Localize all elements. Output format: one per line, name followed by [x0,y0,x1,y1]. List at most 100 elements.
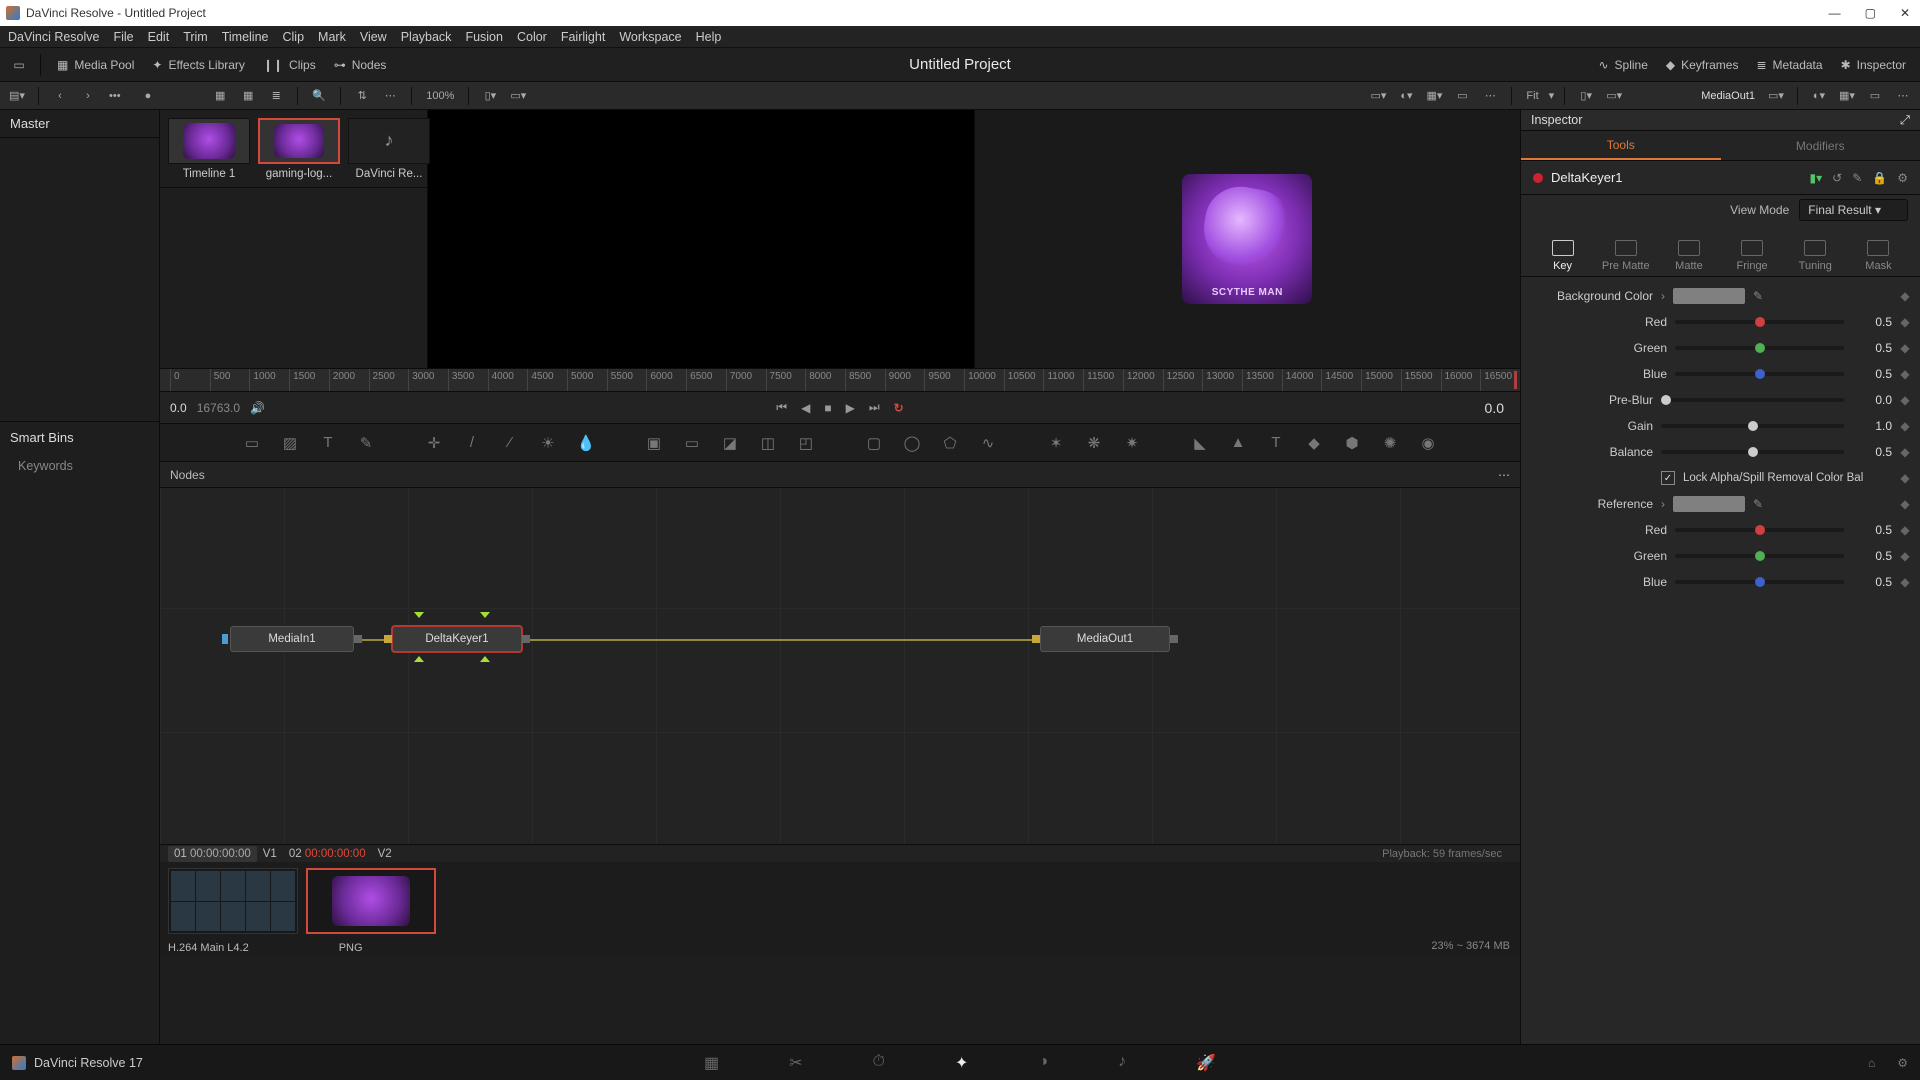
menu-item[interactable]: View [360,30,387,44]
menu-item[interactable]: Fusion [465,30,503,44]
keyframe-icon[interactable]: ◆ [1900,471,1910,485]
param-expand-icon[interactable]: › [1661,289,1665,303]
grid-icon[interactable]: ▦▾ [1423,85,1445,107]
eyedropper-icon[interactable]: ✎ [1753,289,1763,303]
menu-item[interactable]: Help [696,30,722,44]
menu-item[interactable]: Timeline [222,30,269,44]
tool-tab-mask[interactable]: Mask [1847,240,1910,272]
lock-checkbox[interactable]: ✓ [1661,471,1675,485]
param-value[interactable]: 1.0 [1852,419,1892,433]
fit-label[interactable]: Fit [1522,90,1542,102]
viewer-guide-icon[interactable]: ▭ [1864,85,1886,107]
page-cut-icon[interactable]: ✂ [789,1053,802,1073]
nav-fwd-icon[interactable]: › [77,85,99,107]
param-slider[interactable] [1675,554,1844,558]
tool-tab-tuning[interactable]: Tuning [1784,240,1847,272]
tool-bspline-icon[interactable]: ∿ [976,431,1000,455]
node-deltakeyer[interactable]: DeltaKeyer1 [392,626,522,652]
tab-modifiers[interactable]: Modifiers [1721,133,1920,159]
keyframe-icon[interactable]: ◆ [1900,419,1910,433]
param-value[interactable]: 0.5 [1852,523,1892,537]
keyframe-icon[interactable]: ◆ [1900,445,1910,459]
keywords-bin[interactable]: Keywords [0,453,159,479]
tool-tab-fringe[interactable]: Fringe [1721,240,1784,272]
keyframe-icon[interactable]: ◆ [1900,523,1910,537]
step-back-icon[interactable]: ◀ [801,401,810,415]
zoom-value[interactable]: 100% [422,90,458,102]
tool-text3d-icon[interactable]: T [1264,431,1288,455]
loop-icon[interactable]: ↻ [894,401,904,415]
page-edit-icon[interactable]: ⏱ [873,1053,885,1073]
page-media-icon[interactable]: ▦ [704,1053,719,1073]
panel-toggle-icon[interactable]: ▭ [8,54,30,76]
param-slider[interactable] [1675,346,1844,350]
tool-pemitter-icon[interactable]: ✶ [1044,431,1068,455]
menu-item[interactable]: Mark [318,30,346,44]
bin-view-icon[interactable]: ▤▾ [6,85,28,107]
node-port-in[interactable] [222,634,228,644]
tool-prender-icon[interactable]: ❋ [1082,431,1106,455]
layout-icon[interactable]: ▭▾ [507,85,529,107]
viewer-node-chevron-icon[interactable]: ▭▾ [1765,85,1787,107]
project-settings-icon[interactable]: ⚙ [1897,1056,1908,1070]
keyframes-button[interactable]: ◆ Keyframes [1660,56,1745,74]
time-ruler[interactable]: 0 500 1000 1500 2000 2500 3000 3500 4000… [160,368,1520,392]
param-slider[interactable] [1675,372,1844,376]
node-mediaout[interactable]: MediaOut1 [1040,626,1170,652]
menu-item[interactable]: Clip [283,30,305,44]
node-port-out[interactable] [522,635,530,643]
master-bin[interactable]: Master [0,110,159,138]
time-end[interactable]: 0.0 [1485,400,1510,416]
tool-background-icon[interactable]: ▭ [240,431,264,455]
grid-view-icon[interactable]: ▦ [237,85,259,107]
node-mediain[interactable]: MediaIn1 [230,626,354,652]
param-slider[interactable] [1675,320,1844,324]
time-start[interactable]: 0.0 [170,401,187,415]
minimize-icon[interactable]: — [1829,6,1841,20]
param-slider[interactable] [1675,580,1844,584]
viewer-b[interactable]: SCYTHE MAN [975,110,1521,368]
tool-color-icon[interactable]: ☀ [536,431,560,455]
page-fusion-icon[interactable]: ✦ [955,1053,968,1073]
param-swatch[interactable] [1673,288,1745,304]
lock-icon[interactable]: 🔒 [1872,171,1887,185]
clip-thumb[interactable] [306,868,436,934]
tool-ellipse-icon[interactable]: ◯ [900,431,924,455]
media-thumb[interactable] [168,118,250,164]
menu-item[interactable]: Edit [148,30,170,44]
effects-library-button[interactable]: ✦ Effects Library [146,56,251,74]
clip-thumb[interactable] [168,868,298,934]
tool-shape3d-icon[interactable]: ◆ [1302,431,1326,455]
tool-merge3d-icon[interactable]: ⬢ [1340,431,1364,455]
tool-merge-icon[interactable]: ▣ [642,431,666,455]
tool-channels-icon[interactable]: ⁄ [498,431,522,455]
breadcrumb-dots[interactable]: ••• [105,90,125,102]
param-value[interactable]: 0.5 [1852,575,1892,589]
view-mode-select[interactable]: Final Result ▾ [1799,199,1908,221]
tool-text-icon[interactable]: T [316,431,340,455]
nav-back-icon[interactable]: ‹ [49,85,71,107]
viewer-color-icon[interactable]: ◐▾ [1808,85,1830,107]
node-port-in[interactable] [1032,635,1040,643]
media-thumb[interactable] [258,118,340,164]
tool-brightness-icon[interactable]: / [460,431,484,455]
reset-icon[interactable]: ↺ [1832,171,1842,185]
go-start-icon[interactable]: ⏮ [776,400,787,415]
param-value[interactable]: 0.5 [1852,367,1892,381]
menu-item[interactable]: Color [517,30,547,44]
menu-item[interactable]: Trim [183,30,208,44]
tool-render3d-icon[interactable]: ◉ [1416,431,1440,455]
inspector-button[interactable]: ✱ Inspector [1835,56,1912,74]
audio-icon[interactable]: 🔊 [250,401,265,415]
inspector-expand-icon[interactable]: ⤢ [1900,113,1910,128]
tool-transform-icon[interactable]: ▭ [680,431,704,455]
node-graph[interactable]: MediaIn1 DeltaKeyer1 MediaOut1 [160,488,1520,844]
fit-chevron-icon[interactable]: ▾ [1549,89,1555,102]
metadata-button[interactable]: ≣ Metadata [1750,56,1828,74]
home-icon[interactable]: ⌂ [1868,1056,1875,1070]
menu-item[interactable]: File [113,30,133,44]
viewer-more-icon[interactable]: ⋯ [1892,85,1914,107]
media-thumb[interactable] [348,118,430,164]
nodes-options-icon[interactable]: ⋯ [1498,468,1510,482]
spline-button[interactable]: ∿ Spline [1592,56,1653,74]
